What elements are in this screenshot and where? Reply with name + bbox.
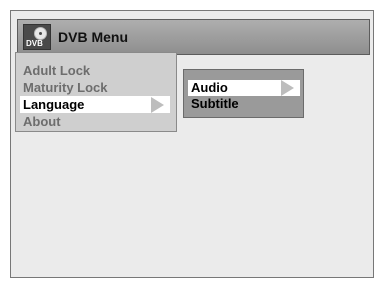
submenu-arrow-icon xyxy=(281,80,294,96)
submenu-item-audio[interactable]: Audio xyxy=(188,80,300,96)
submenu-item-subtitle[interactable]: Subtitle xyxy=(188,96,281,112)
menu-item-adult-lock[interactable]: Adult Lock xyxy=(20,62,144,79)
menu-title: DVB Menu xyxy=(58,29,128,45)
menu-item-label: Maturity Lock xyxy=(23,80,108,95)
submenu-item-label: Audio xyxy=(191,80,228,95)
menu-item-language[interactable]: Language xyxy=(20,96,170,113)
menu-title-bar: DVB DVB Menu xyxy=(17,19,370,55)
menu-item-label: About xyxy=(23,114,61,129)
dvb-disc-icon: DVB xyxy=(23,24,51,50)
submenu-item-label: Subtitle xyxy=(191,96,239,111)
tv-screen: DVB DVB Menu xyxy=(10,10,374,278)
main-menu-panel: Adult Lock Maturity Lock Language About xyxy=(15,52,177,132)
menu-item-maturity-lock[interactable]: Maturity Lock xyxy=(20,79,144,96)
submenu-arrow-icon xyxy=(151,96,164,113)
menu-item-label: Adult Lock xyxy=(23,63,91,78)
menu-item-label: Language xyxy=(23,97,85,112)
language-submenu-panel: Audio Subtitle xyxy=(183,69,304,118)
menu-item-about[interactable]: About xyxy=(20,113,144,130)
